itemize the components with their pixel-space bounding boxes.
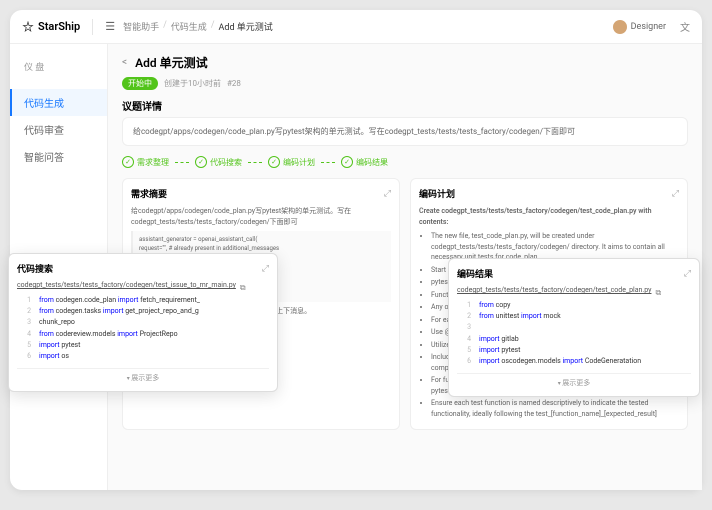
code-line: 2from unittest import mock [457,311,691,322]
external-link-icon[interactable]: ⧉ [655,288,661,298]
expand-icon[interactable]: ⤢ [384,189,391,199]
sidebar-item-codegen[interactable]: 代码生成 [10,89,107,116]
avatar [613,20,627,34]
code-line: 3 chunk_repo [17,317,269,328]
sidebar-item-review[interactable]: 代码审查 [10,116,107,143]
code-line: 2from codegen.tasks import get_project_r… [17,306,269,317]
status-badge: 开始中 [122,77,158,90]
expand-icon[interactable]: ⤢ [672,189,679,199]
expand-icon[interactable]: ⤢ [262,264,269,274]
page-title: Add 单元测试 [135,54,208,71]
code-line: 4from codereview.models import ProjectRe… [17,329,269,340]
popup-title: 代码搜索 [17,262,53,275]
external-link-icon[interactable]: ⧉ [240,283,246,293]
back-button[interactable]: < [122,57,127,68]
step-tracker: ✓需求整理 ✓代码搜索 ✓编码计划 ✓编码结果 [122,156,688,168]
code-line: 1from codegen.code_plan import fetch_req… [17,295,269,306]
breadcrumb: 智能助手/ 代码生成/ Add 单元测试 [123,20,273,33]
code-result-popup: 编码结果 ⤢ codegpt_tests/tests/tests_factory… [448,258,700,397]
sidebar-heading: 仪 盘 [10,54,107,79]
plan-bullet: Ensure each test function is named descr… [431,398,679,419]
requirements-title: 需求摘要 [131,187,167,200]
code-line: 1from copy [457,300,691,311]
sidebar-item-qa[interactable]: 智能问答 [10,143,107,170]
code-line: 3 [457,322,691,333]
show-more-button[interactable]: ▾ 展示更多 [17,368,269,383]
language-icon[interactable]: 文 [680,19,690,34]
detail-card: 给codegpt/apps/codegen/code_plan.py写pytes… [122,117,688,146]
code-line: 5import pytest [457,345,691,356]
file-path-link[interactable]: codegpt_tests/tests/tests_factory/codege… [17,281,236,289]
logo-icon [22,21,34,33]
plan-title: 编码计划 [419,187,455,200]
code-line: 6import os [17,351,269,362]
code-line: 6import oscodegen.models import CodeGene… [457,356,691,367]
file-path-link[interactable]: codegpt_tests/tests/tests_factory/codege… [457,286,651,294]
code-line: 4import gitlab [457,334,691,345]
meta-author: 创建于10小时前 [164,78,221,89]
menu-icon[interactable]: ☰ [105,20,115,33]
code-line: 5import pytest [17,340,269,351]
detail-label: 议题详情 [122,98,688,113]
user-menu[interactable]: Designer [613,20,666,34]
meta-id: #28 [227,79,241,88]
popup-title: 编码结果 [457,267,493,280]
expand-icon[interactable]: ⤢ [684,269,691,279]
brand-logo: StarShip [22,20,80,33]
code-search-popup: 代码搜索 ⤢ codegpt_tests/tests/tests_factory… [8,253,278,392]
show-more-button[interactable]: ▾ 展示更多 [457,373,691,388]
